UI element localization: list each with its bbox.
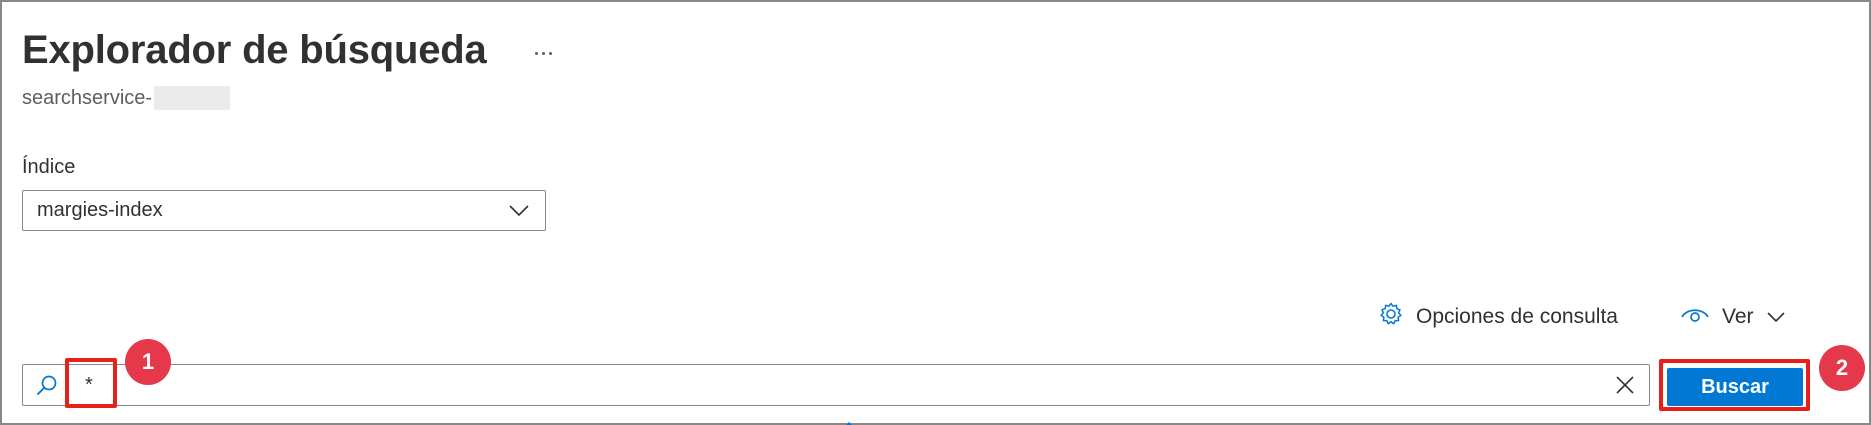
index-dropdown-value: margies-index — [37, 199, 163, 221]
redacted-service-suffix — [154, 86, 231, 110]
search-explorer-panel: Explorador de búsqueda searchservice- Ín… — [0, 0, 1871, 425]
view-label: Ver — [1722, 305, 1754, 328]
query-options-button[interactable]: Opciones de consulta — [1378, 300, 1618, 334]
index-dropdown[interactable]: margies-index — [22, 190, 546, 231]
view-button[interactable]: Ver — [1680, 300, 1786, 334]
close-icon[interactable] — [1605, 365, 1645, 405]
search-query-input[interactable]: * — [22, 364, 1650, 406]
search-icon — [27, 365, 67, 405]
search-button[interactable]: Buscar — [1667, 368, 1803, 406]
search-query-text[interactable]: * — [85, 374, 1605, 397]
chevron-down-icon — [1766, 305, 1786, 329]
page-title: Explorador de búsqueda — [22, 28, 487, 72]
chevron-down-icon — [507, 199, 531, 223]
index-label: Índice — [22, 156, 76, 178]
gear-icon — [1378, 301, 1404, 333]
service-name-label: searchservice- — [22, 86, 153, 109]
query-options-label: Opciones de consulta — [1416, 305, 1618, 328]
step-badge-2: 2 — [1819, 345, 1865, 391]
more-options-button[interactable] — [528, 38, 558, 68]
service-name: searchservice- — [22, 86, 231, 110]
step-badge-1: 1 — [125, 339, 171, 385]
more-horizontal-icon — [534, 51, 552, 55]
caret-up-icon — [841, 417, 857, 425]
eye-icon — [1680, 303, 1710, 331]
